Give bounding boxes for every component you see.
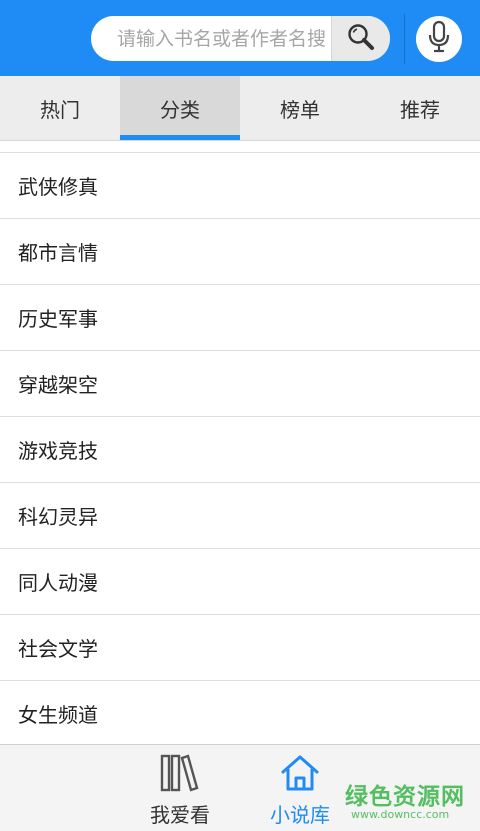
- list-item[interactable]: 穿越架空: [0, 351, 480, 417]
- nav-library-label: 小说库: [270, 803, 330, 827]
- tab-ranking[interactable]: 榜单: [240, 76, 360, 140]
- search-box: [91, 16, 390, 61]
- list-item[interactable]: 游戏竞技: [0, 417, 480, 483]
- microphone-icon: [426, 20, 452, 58]
- list-item[interactable]: 女生频道: [0, 681, 480, 747]
- bookshelf-icon: [160, 753, 200, 793]
- toolbar-divider: [404, 14, 405, 64]
- nav-bookshelf[interactable]: 我爱看: [120, 745, 240, 831]
- tab-hot[interactable]: 热门: [0, 76, 120, 140]
- tab-category[interactable]: 分类: [120, 76, 240, 140]
- nav-library[interactable]: 小说库: [240, 745, 360, 831]
- watermark-url: www.downcc.com: [351, 808, 450, 821]
- list-item[interactable]: 都市言情: [0, 219, 480, 285]
- list-item[interactable]: 历史军事: [0, 285, 480, 351]
- nav-bookshelf-label: 我爱看: [150, 803, 210, 827]
- list-item[interactable]: 同人动漫: [0, 549, 480, 615]
- tab-bar: 热门 分类 榜单 推荐: [0, 76, 480, 141]
- tab-recommend[interactable]: 推荐: [360, 76, 480, 140]
- top-bar: [0, 0, 480, 76]
- voice-search-button[interactable]: [416, 16, 462, 62]
- home-icon: [280, 753, 320, 793]
- watermark-logo: 绿色资源网: [345, 784, 465, 810]
- category-list: 武侠修真 都市言情 历史军事 穿越架空 游戏竞技 科幻灵异 同人动漫 社会文学 …: [0, 152, 480, 747]
- list-item[interactable]: 武侠修真: [0, 153, 480, 219]
- search-input[interactable]: [91, 16, 331, 61]
- list-item[interactable]: 社会文学: [0, 615, 480, 681]
- search-icon: [346, 22, 376, 56]
- search-button[interactable]: [331, 16, 390, 61]
- list-item[interactable]: 科幻灵异: [0, 483, 480, 549]
